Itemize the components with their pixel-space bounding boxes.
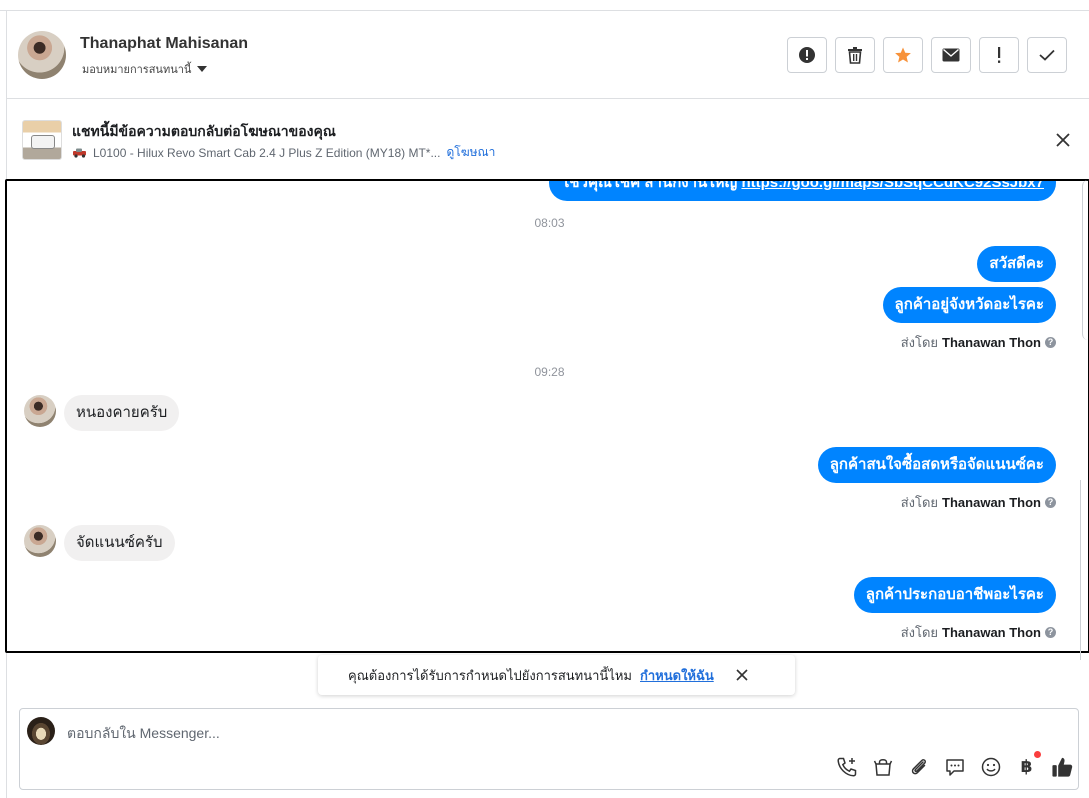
message-thread[interactable]: โชว์คุณโชค สานักงานใหญ่ https://goo.gl/m… bbox=[5, 179, 1089, 653]
notification-dot bbox=[1034, 751, 1041, 758]
timestamp: 09:28 bbox=[534, 365, 565, 379]
close-icon bbox=[1056, 133, 1070, 147]
baht-icon: ฿ bbox=[1020, 756, 1033, 776]
emoji-button[interactable] bbox=[979, 755, 1002, 778]
avatar[interactable] bbox=[18, 31, 66, 79]
help-icon[interactable]: ? bbox=[1045, 497, 1056, 508]
saved-replies-button[interactable] bbox=[943, 755, 966, 778]
sender-name: Thanawan Thon bbox=[942, 335, 1041, 350]
sender-name: Thanawan Thon bbox=[942, 625, 1041, 640]
message-bubble-outgoing[interactable]: สวัสดีคะ bbox=[977, 246, 1056, 282]
reply-input[interactable]: ตอบกลับใน Messenger... bbox=[67, 723, 220, 745]
header-actions bbox=[787, 37, 1067, 73]
chat-bubble-icon bbox=[945, 758, 964, 776]
reply-composer[interactable]: ตอบกลับใน Messenger... ฿ bbox=[19, 708, 1079, 790]
close-banner-button[interactable] bbox=[1053, 130, 1073, 150]
shopping-bag-icon bbox=[873, 758, 892, 776]
mark-unread-button[interactable] bbox=[931, 37, 971, 73]
close-icon bbox=[736, 669, 748, 681]
like-button[interactable] bbox=[1051, 755, 1074, 778]
call-button[interactable] bbox=[835, 755, 858, 778]
assign-label: มอบหมายการสนทนานี้ bbox=[82, 64, 192, 76]
avatar[interactable] bbox=[24, 525, 56, 557]
exclamation-circle-icon bbox=[799, 47, 815, 63]
ad-thumbnail[interactable] bbox=[22, 120, 62, 160]
sent-by-label: ส่งโดย bbox=[900, 495, 939, 510]
ad-reply-banner: แชทนี้มีข้อความตอบกลับต่อโฆษณาของคุณ L01… bbox=[7, 100, 1089, 178]
side-panel-edge bbox=[1080, 480, 1089, 660]
timestamp: 08:03 bbox=[534, 216, 565, 230]
car-icon bbox=[73, 148, 86, 158]
message-bubble-incoming[interactable]: จัดแนนซ์ครับ bbox=[64, 525, 175, 561]
delete-button[interactable] bbox=[835, 37, 875, 73]
ad-product-name: L0100 - Hilux Revo Smart Cab 2.4 J Plus … bbox=[93, 145, 441, 160]
sender-name: Thanawan Thon bbox=[942, 495, 1041, 510]
view-ad-link[interactable]: ดูโฆษณา bbox=[446, 143, 495, 162]
mark-done-button[interactable] bbox=[1027, 37, 1067, 73]
trash-icon bbox=[848, 47, 862, 64]
assign-conversation-dropdown[interactable]: มอบหมายการสนทนานี้ bbox=[82, 60, 208, 78]
smiley-icon bbox=[981, 757, 1000, 776]
messenger-inbox: Thanaphat Mahisanan มอบหมายการสนทนานี้ แ… bbox=[0, 0, 1089, 798]
assign-to-me-link[interactable]: กำหนดให้ฉัน bbox=[640, 665, 714, 686]
attach-button[interactable] bbox=[907, 755, 930, 778]
ad-banner-title: แชทนี้มีข้อความตอบกลับต่อโฆษณาของคุณ bbox=[72, 123, 336, 139]
message-bubble-incoming[interactable]: หนองคายครับ bbox=[64, 395, 180, 431]
help-icon[interactable]: ? bbox=[1045, 337, 1056, 348]
message-bubble-outgoing[interactable]: ลูกค้าสนใจซื้อสดหรือจัดแนนซ์คะ bbox=[817, 447, 1056, 483]
sent-by-line: ส่งโดย Thanawan Thon ? bbox=[901, 332, 1056, 353]
sent-by-line: ส่งโดย Thanawan Thon ? bbox=[901, 622, 1056, 643]
contact-name[interactable]: Thanaphat Mahisanan bbox=[80, 35, 248, 53]
follow-up-button[interactable] bbox=[979, 37, 1019, 73]
scrollbar[interactable] bbox=[1082, 180, 1089, 340]
thumbs-up-icon bbox=[1052, 757, 1073, 777]
ad-product-line: L0100 - Hilux Revo Smart Cab 2.4 J Plus … bbox=[73, 143, 495, 162]
message-bubble-outgoing[interactable]: ลูกค้าประกอบอาชีพอะไรคะ bbox=[853, 577, 1056, 613]
caret-down-icon bbox=[197, 66, 208, 72]
dismiss-toast-button[interactable] bbox=[736, 669, 748, 681]
conversation-header: Thanaphat Mahisanan มอบหมายการสนทนานี้ bbox=[7, 11, 1089, 99]
checkmark-icon bbox=[1039, 49, 1055, 61]
envelope-icon bbox=[942, 48, 960, 62]
message-bubble-outgoing[interactable]: ลูกค้าอยู่จังหวัดอะไรคะ bbox=[882, 287, 1056, 323]
message-text: โชว์คุณโชค สานักงานใหญ่ bbox=[561, 179, 738, 191]
page-avatar bbox=[27, 717, 55, 745]
composer-toolbar: ฿ bbox=[835, 751, 1074, 778]
toast-text: คุณต้องการได้รับการกำหนดไปยังการสนทนานี้… bbox=[348, 667, 632, 683]
shop-button[interactable] bbox=[871, 755, 894, 778]
assign-prompt-toast: คุณต้องการได้รับการกำหนดไปยังการสนทนานี้… bbox=[318, 655, 795, 695]
sent-by-line: ส่งโดย Thanawan Thon ? bbox=[901, 492, 1056, 513]
sent-by-label: ส่งโดย bbox=[900, 335, 939, 350]
star-button[interactable] bbox=[883, 37, 923, 73]
message-bubble-outgoing[interactable]: โชว์คุณโชค สานักงานใหญ่ https://goo.gl/m… bbox=[549, 179, 1056, 201]
sent-by-label: ส่งโดย bbox=[900, 625, 939, 640]
exclamation-icon bbox=[998, 47, 1001, 63]
map-link[interactable]: https://goo.gl/maps/SbSqCCdKC92SsJbx7 bbox=[741, 181, 1044, 191]
star-icon bbox=[895, 47, 911, 63]
report-spam-button[interactable] bbox=[787, 37, 827, 73]
avatar[interactable] bbox=[24, 395, 56, 427]
payment-button[interactable]: ฿ bbox=[1015, 751, 1041, 778]
paperclip-icon bbox=[911, 758, 926, 774]
phone-add-icon bbox=[836, 757, 856, 777]
help-icon[interactable]: ? bbox=[1045, 627, 1056, 638]
